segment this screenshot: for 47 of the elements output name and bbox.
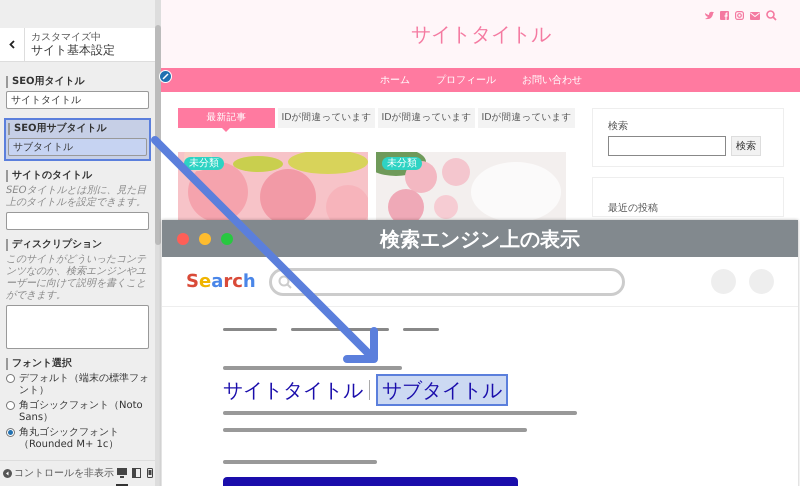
text-field[interactable]	[6, 212, 149, 230]
widget-title: 検索	[608, 120, 629, 134]
section-description: SEOタイトルとは別に、見た目上のタイトルを設定できます。	[6, 185, 148, 209]
radio-label: デフォルト（端末の標準フォント）	[19, 373, 149, 397]
letter-f-square-icon[interactable]	[720, 11, 729, 20]
mobile-icon	[147, 468, 153, 478]
section-description: このサイトがどういったコンテンツなのか、検索エンジンやユーザーに向けて説明を書くことができます。	[6, 254, 148, 302]
section-label: フォント選択	[6, 358, 149, 370]
textarea-field[interactable]	[6, 305, 149, 349]
section-label: ディスクリプション	[6, 239, 149, 251]
search-icon	[278, 274, 292, 288]
pencil-icon[interactable]	[159, 70, 172, 83]
desktop-icon	[117, 468, 127, 478]
radio-button[interactable]	[6, 374, 15, 383]
overlay-title: 検索エンジン上の表示	[380, 226, 580, 252]
result-subtitle-highlight[interactable]: サブタイトル	[376, 374, 508, 406]
search-bar[interactable]	[268, 268, 625, 296]
search-icon[interactable]	[766, 10, 777, 21]
collapse-icon	[3, 469, 12, 478]
tablet-icon	[132, 468, 140, 478]
text-field[interactable]: サブタイトル	[8, 138, 147, 156]
result-title[interactable]: サイトタイトル	[223, 376, 363, 404]
camera-icon[interactable]	[735, 11, 744, 20]
scrollbar-thumb[interactable]	[155, 25, 161, 245]
radio-label: 角ゴシックフォント（Noto Sans）	[19, 400, 144, 424]
header-title: サイト基本設定	[31, 42, 115, 58]
radio-label: 角丸ゴシックフォント（Rounded M+ 1c）	[19, 427, 120, 451]
section-label: SEO用タイトル	[6, 76, 149, 88]
radio-button[interactable]	[6, 428, 15, 437]
collapse-controls-button[interactable]: コントロールを非表示	[3, 466, 114, 481]
envelope-icon[interactable]	[750, 12, 760, 20]
section-label: SEO用サブタイトル	[8, 123, 147, 135]
search-field[interactable]	[608, 136, 726, 156]
search-button[interactable]: 検索	[731, 136, 761, 156]
post-tab[interactable]: IDが間違っています	[278, 108, 375, 128]
radio-button[interactable]	[6, 401, 15, 410]
post-tab[interactable]: IDが間違っています	[478, 108, 575, 128]
search-logo: Search	[186, 270, 256, 294]
text-field[interactable]: サイトタイトル	[6, 91, 149, 109]
bird-icon[interactable]	[704, 11, 714, 20]
chevron-left-icon	[9, 40, 15, 49]
header-subtitle: カスタマイズ中	[31, 32, 102, 42]
widget-title: 最近の投稿	[608, 203, 658, 214]
post-tab[interactable]: IDが間違っています	[378, 108, 475, 128]
category-label: 未分類	[184, 157, 224, 170]
category-label: 未分類	[382, 157, 422, 170]
section-label: サイトのタイトル	[6, 170, 149, 182]
